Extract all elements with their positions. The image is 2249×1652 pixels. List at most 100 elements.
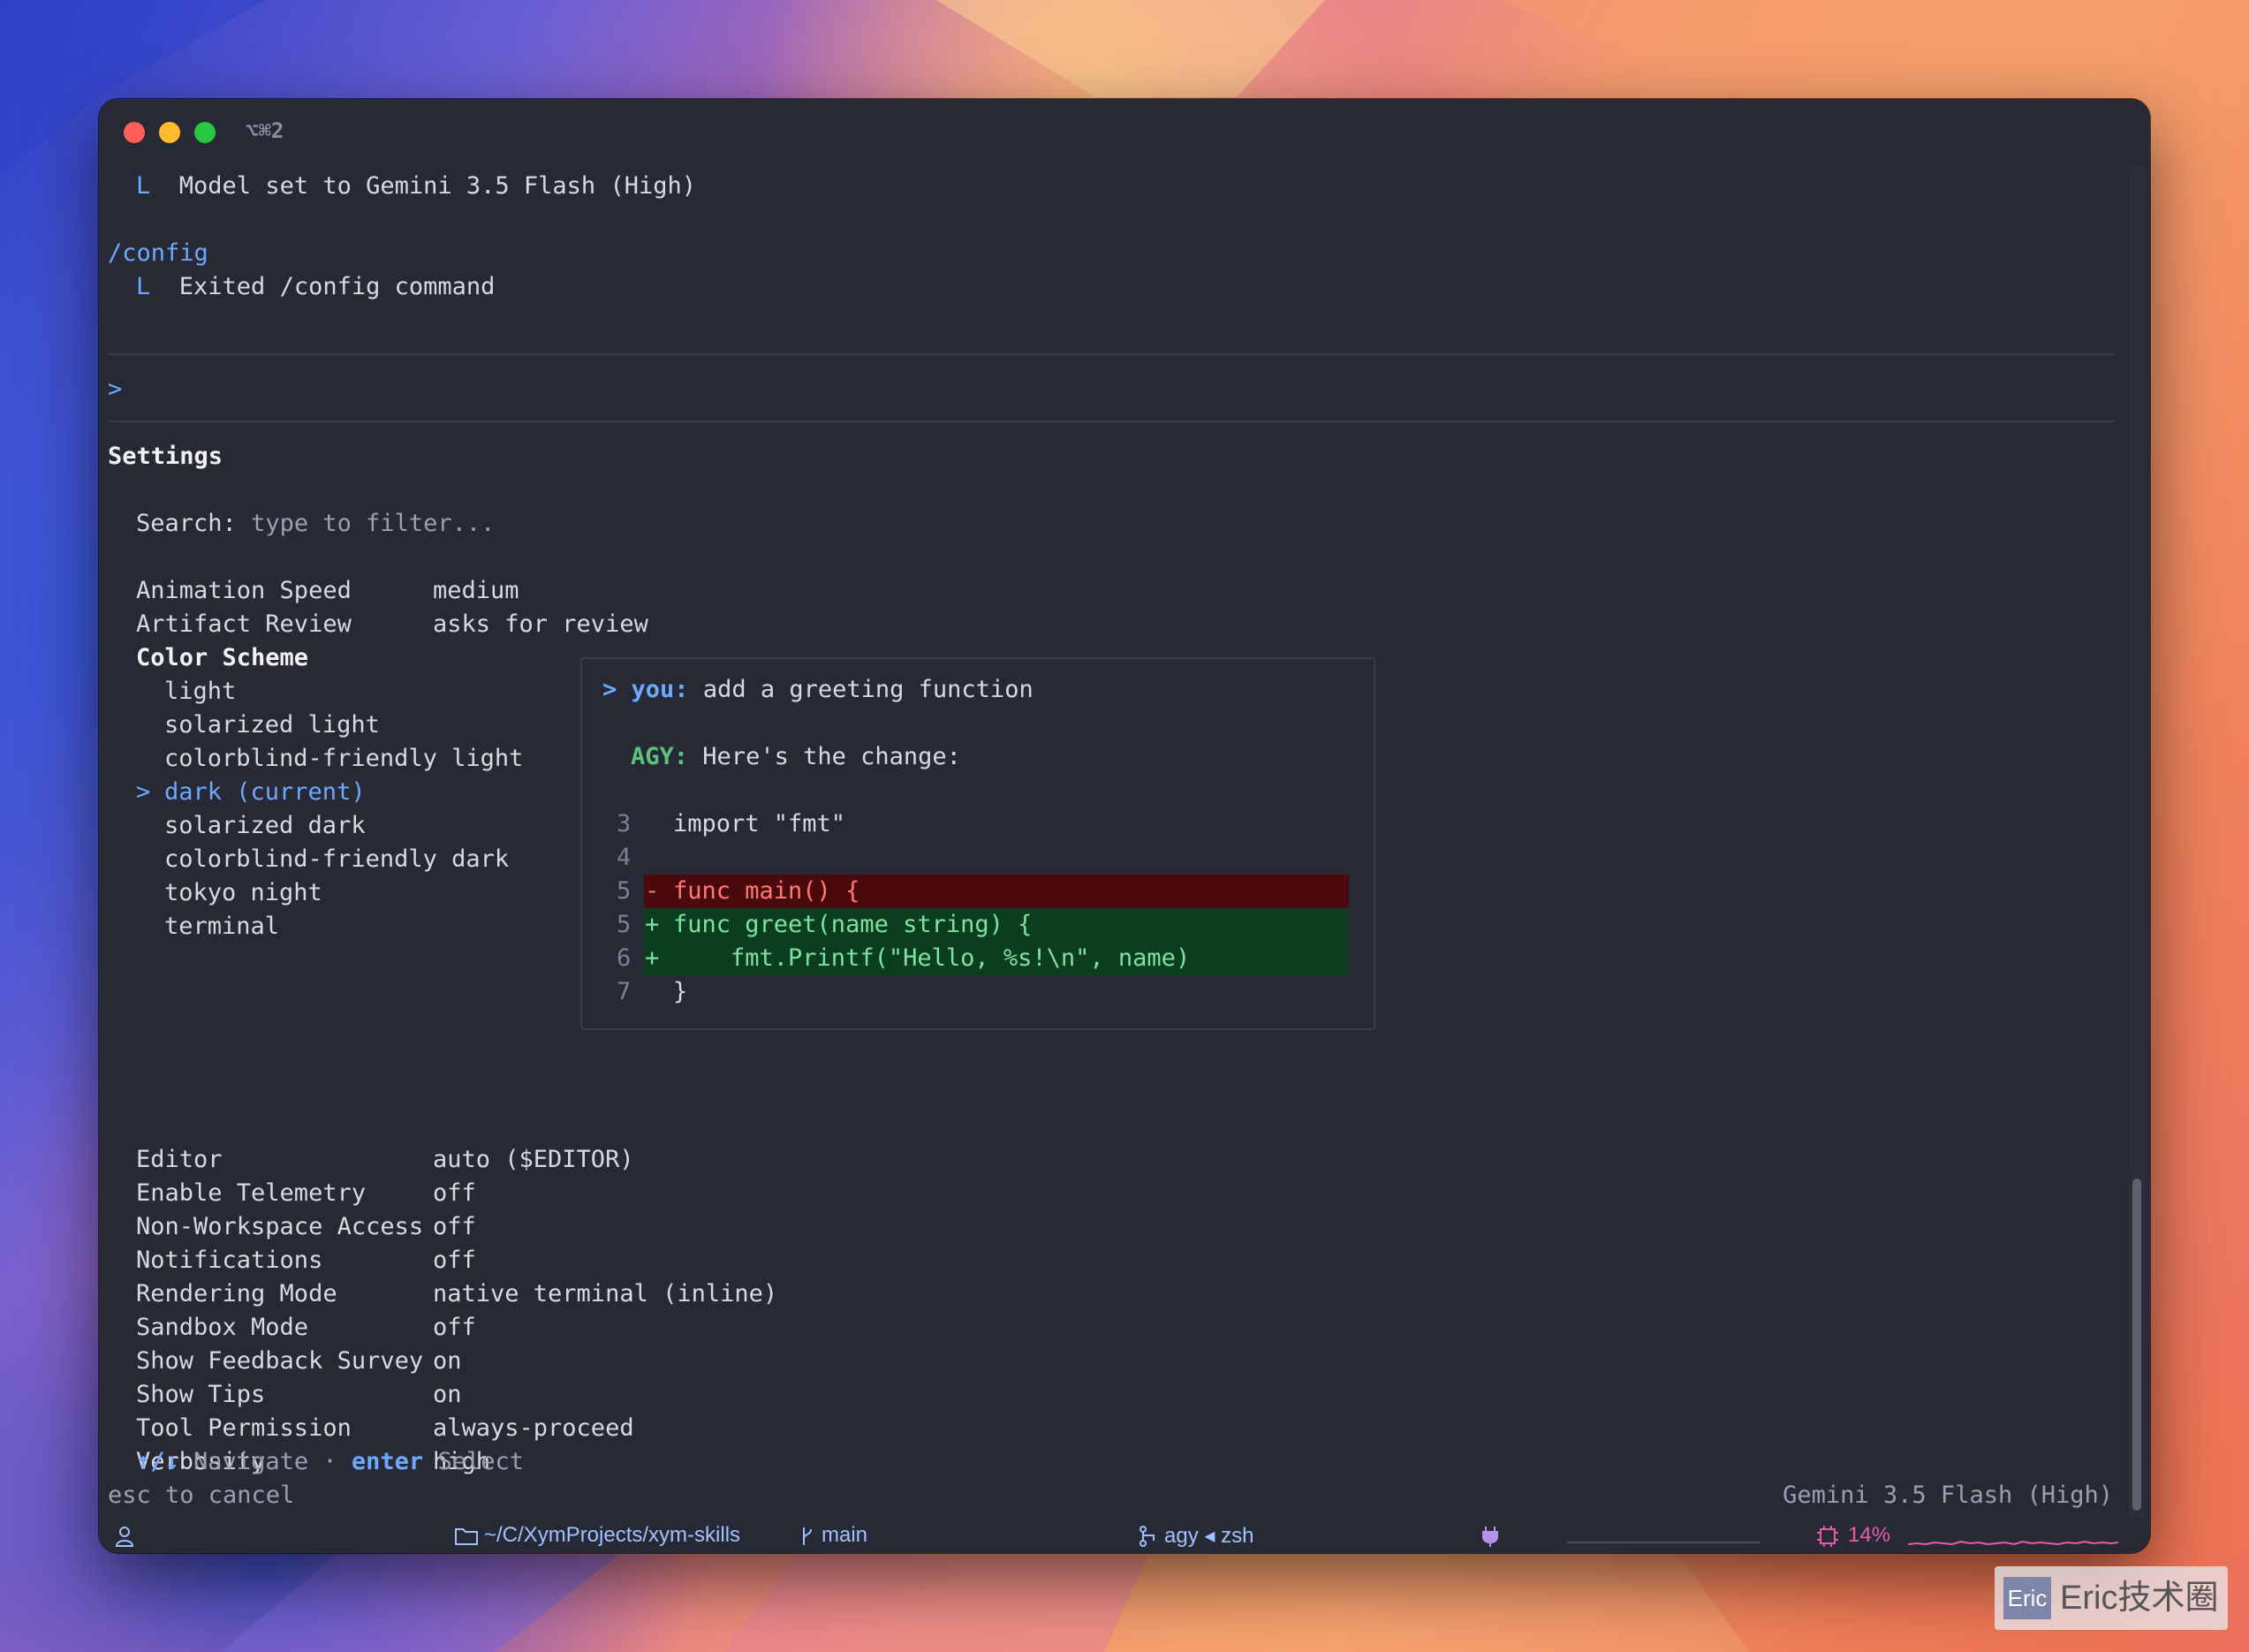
setting-value: asks for review (433, 610, 648, 638)
nav-label: Navigate (193, 1448, 309, 1475)
color-scheme-option[interactable]: colorblind-friendly dark (136, 843, 509, 876)
separator-dot: · (322, 1448, 337, 1475)
color-scheme-option[interactable]: > dark (current) (136, 776, 366, 809)
diff-line: 4 (617, 841, 673, 875)
user-label: you: (631, 676, 689, 703)
color-scheme-option[interactable]: colorblind-friendly light (136, 742, 523, 776)
scrollbar-thumb[interactable] (2132, 1178, 2141, 1511)
setting-label: Rendering Mode (136, 1280, 337, 1307)
line-number: 6 (617, 944, 632, 972)
git-branch-icon (803, 1527, 812, 1545)
user-message-text: add a greeting function (702, 676, 1034, 703)
color-scheme-option[interactable]: tokyo night (136, 876, 322, 910)
battery-meter (1567, 1542, 1760, 1543)
terminal-window[interactable]: ⌥⌘2 L Model set to Gemini 3.5 Flash (Hig… (99, 99, 2150, 1553)
nav-keys: ↑/↓ (136, 1448, 179, 1475)
preview-user-message: > you: add a greeting function (602, 673, 1034, 707)
line-number: 5 (617, 877, 632, 905)
navigation-hint: ↑/↓ Navigate · enter Select (136, 1445, 524, 1479)
setting-row[interactable]: Rendering Mode native terminal (inline) (136, 1277, 777, 1311)
zoom-window-button[interactable] (194, 122, 216, 143)
model-set-message: L Model set to Gemini 3.5 Flash (High) (136, 170, 696, 203)
code-text: func main() { (673, 877, 860, 905)
minimize-window-button[interactable] (159, 122, 180, 143)
setting-row[interactable]: Show Tips on (136, 1378, 462, 1412)
setting-row[interactable]: Show Feedback Survey on (136, 1345, 462, 1378)
config-result-text: Exited /config command (178, 273, 496, 300)
git-branch[interactable]: main (822, 1523, 867, 1548)
color-scheme-option-label: light (164, 678, 237, 705)
setting-label: Non-Workspace Access (136, 1213, 424, 1240)
setting-label: Artifact Review (136, 610, 352, 638)
watermark: Eric Eric技术圈 (1995, 1566, 2228, 1630)
line-number: 5 (617, 911, 632, 938)
setting-value: on (433, 1381, 462, 1408)
watermark-logo: Eric (2003, 1577, 2051, 1619)
plug-icon (1482, 1527, 1498, 1547)
color-scheme-option-label: tokyo night (164, 879, 322, 906)
setting-row[interactable]: Non-Workspace Access off (136, 1210, 476, 1244)
working-directory[interactable]: ~/C/XymProjects/xym-skills (484, 1523, 740, 1548)
setting-label: Editor (136, 1146, 223, 1173)
code-text: fmt.Printf("Hello, %s!\n", name) (673, 944, 1191, 972)
cpu-usage: 14% (1848, 1523, 1891, 1547)
search-label: Search: (136, 510, 237, 537)
color-scheme-option[interactable]: terminal (136, 910, 279, 943)
setting-value: medium (433, 577, 519, 604)
diff-line: 7 } (617, 975, 687, 1009)
cancel-hint: esc to cancel (108, 1481, 295, 1509)
color-scheme-option-label: dark (current) (164, 778, 366, 806)
color-scheme-option-label: terminal (164, 913, 280, 940)
setting-value: off (433, 1247, 476, 1274)
tree-glyph: L (136, 172, 151, 200)
diff-marker: + (645, 911, 660, 938)
setting-row[interactable]: Enable Telemetry off (136, 1177, 476, 1210)
line-number: 3 (617, 810, 632, 837)
setting-label: Enable Telemetry (136, 1179, 367, 1207)
model-indicator: Gemini 3.5 Flash (High) (1783, 1481, 2113, 1509)
setting-row[interactable]: Sandbox Mode off (136, 1311, 476, 1345)
color-scheme-label[interactable]: Color Scheme (136, 641, 308, 675)
setting-row[interactable]: Editor auto ($EDITOR) (136, 1143, 634, 1177)
color-scheme-option[interactable]: light (136, 675, 236, 709)
settings-search-input[interactable]: Search: type to filter... (136, 507, 495, 541)
config-result: L Exited /config command (136, 270, 495, 304)
setting-row[interactable]: Animation Speed medium (136, 574, 519, 608)
color-scheme-option[interactable]: solarized light (136, 709, 380, 742)
code-text: import "fmt" (673, 810, 846, 837)
divider (108, 421, 2115, 422)
setting-label: Show Tips (136, 1381, 266, 1408)
status-bar (99, 1521, 2150, 1553)
session-name[interactable]: agy ◂ zsh (1164, 1523, 1253, 1549)
setting-label: Notifications (136, 1247, 323, 1274)
setting-row[interactable]: Artifact Review asks for review (136, 608, 648, 641)
setting-value: on (433, 1347, 462, 1375)
user-icon[interactable] (113, 1525, 136, 1548)
cpu-icon (1817, 1526, 1838, 1547)
diff-marker (645, 975, 673, 1009)
title-bar: ⌥⌘2 (99, 99, 2150, 161)
close-window-button[interactable] (124, 122, 145, 143)
setting-row[interactable]: Tool Permission always-proceed (136, 1412, 634, 1445)
tab-shortcut-label: ⌥⌘2 (246, 118, 284, 143)
setting-row[interactable]: Notifications off (136, 1244, 476, 1277)
diff-marker (645, 807, 673, 841)
code-text: func greet(name string) { (673, 911, 1033, 938)
setting-label: Animation Speed (136, 577, 352, 604)
color-scheme-option-label: colorblind-friendly light (164, 745, 524, 772)
search-placeholder: type to filter... (251, 510, 496, 537)
setting-value: auto ($EDITOR) (433, 1146, 634, 1173)
setting-value: off (433, 1213, 476, 1240)
color-scheme-option-label: solarized dark (164, 812, 366, 839)
diff-line: 5 + func greet(name string) { (617, 908, 1032, 942)
settings-title: Settings (108, 443, 223, 470)
config-command: /config (108, 239, 208, 267)
diff-line: 6 + fmt.Printf("Hello, %s!\n", name) (617, 942, 1190, 975)
color-scheme-option[interactable]: solarized dark (136, 809, 366, 843)
setting-value: native terminal (inline) (433, 1280, 778, 1307)
user-prefix: > (602, 676, 617, 703)
prompt-input[interactable]: > (108, 373, 122, 406)
setting-label: Sandbox Mode (136, 1314, 309, 1341)
line-number: 7 (617, 978, 632, 1005)
diff-line: 3 import "fmt" (617, 807, 845, 841)
